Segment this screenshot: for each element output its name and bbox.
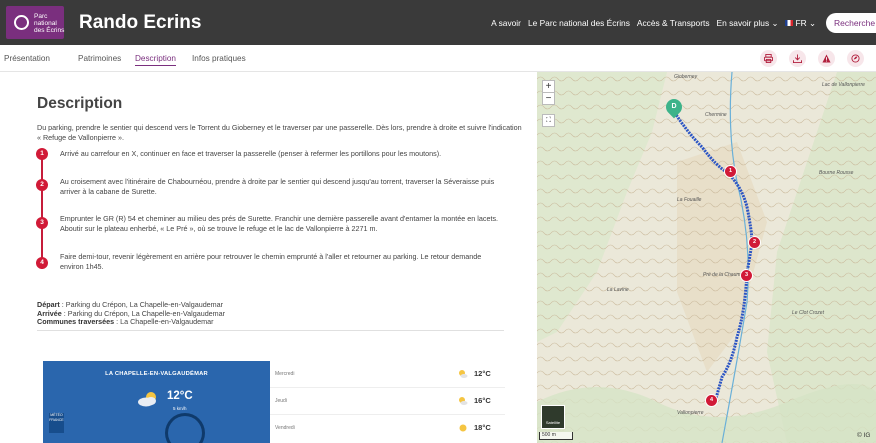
main-nav: A savoir Le Parc national des Écrins Acc… bbox=[491, 0, 816, 45]
alert-button[interactable] bbox=[818, 50, 835, 67]
map-copyright: © IG bbox=[857, 432, 871, 439]
step-text: Emprunter le GR (R) 54 et cheminer au mi… bbox=[60, 214, 499, 233]
forecast-temp: 18°C bbox=[474, 423, 491, 432]
communes-value: : La Chapelle-en-Valgaudemar bbox=[114, 317, 214, 326]
communes-row: Communes traversées : La Chapelle-en-Val… bbox=[37, 317, 497, 327]
cloud-sun-icon bbox=[138, 392, 156, 407]
map-label: Bourne Rousse bbox=[819, 170, 854, 176]
description-section: Description Du parking, prendre le senti… bbox=[0, 72, 536, 443]
meteo-france-logo[interactable]: MÉTÉO FRANCE bbox=[49, 413, 64, 433]
description-title: Description bbox=[37, 95, 123, 112]
nav-item-acces-transports[interactable]: Accès & Transports bbox=[637, 18, 710, 28]
map-label: Lac de Vallonpierre bbox=[822, 82, 865, 88]
leaf-icon bbox=[851, 54, 860, 63]
step-text: Arrivé au carrefour en X, continuer en f… bbox=[60, 149, 442, 158]
weather-current: LA CHAPELLE-EN-VALGAUDÉMAR 12°C 5 km/h M… bbox=[43, 361, 270, 443]
step-number: 2 bbox=[36, 179, 48, 191]
forecast-row: Mercredi 12°C bbox=[270, 361, 505, 388]
forecast-row: Jeudi 16°C bbox=[270, 388, 505, 415]
alert-icon bbox=[822, 54, 831, 63]
step-number: 3 bbox=[36, 217, 48, 229]
zoom-out-button[interactable]: − bbox=[542, 92, 555, 105]
nav-item-parc-national[interactable]: Le Parc national des Écrins bbox=[528, 18, 630, 28]
site-header: Parc national des Écrins Rando Ecrins A … bbox=[0, 0, 876, 45]
site-title[interactable]: Rando Ecrins bbox=[79, 12, 201, 34]
download-button[interactable] bbox=[789, 50, 806, 67]
print-button[interactable] bbox=[760, 50, 777, 67]
satellite-label: Satellite bbox=[545, 420, 561, 425]
trail-map[interactable]: + − ⛶ Gioberney Chermine Lac de Vallonpi… bbox=[537, 72, 876, 443]
start-marker[interactable]: D bbox=[662, 95, 686, 119]
map-label: Chermine bbox=[705, 112, 727, 118]
language-label: FR ⌄ bbox=[795, 17, 816, 28]
map-label: La Lavine bbox=[607, 287, 629, 293]
forecast-day: Jeudi bbox=[275, 398, 287, 404]
step-marker[interactable]: 2 bbox=[748, 236, 761, 249]
weather-widget: LA CHAPELLE-EN-VALGAUDÉMAR 12°C 5 km/h M… bbox=[43, 361, 505, 443]
map-label: Gioberney bbox=[674, 74, 698, 80]
language-selector[interactable]: FR ⌄ bbox=[785, 18, 816, 28]
trip-info: Départ : Parking du Crépon, La Chapelle-… bbox=[37, 300, 497, 327]
nav-item-a-savoir[interactable]: A savoir bbox=[491, 18, 521, 28]
step-marker[interactable]: 3 bbox=[740, 269, 753, 282]
weather-wind: 5 km/h bbox=[173, 406, 187, 411]
section-divider bbox=[37, 330, 504, 331]
step-marker[interactable]: 4 bbox=[705, 394, 718, 407]
communes-label: Communes traversées bbox=[37, 317, 115, 326]
partly-sunny-icon bbox=[459, 370, 468, 378]
forecast-day: Mercredi bbox=[275, 371, 295, 377]
search-label: Recherche bbox=[834, 18, 876, 28]
search-button[interactable]: Recherche ○ bbox=[826, 13, 876, 33]
forecast-row: Vendredi 18°C bbox=[270, 415, 505, 442]
tab-patrimoines[interactable]: Patrimoines bbox=[78, 54, 121, 63]
map-label: La Fouaille bbox=[677, 197, 702, 203]
french-flag-icon bbox=[785, 20, 794, 27]
map-terrain bbox=[537, 72, 876, 443]
tab-description[interactable]: Description bbox=[135, 54, 176, 66]
step-number: 4 bbox=[36, 257, 48, 269]
park-logo[interactable]: Parc national des Écrins bbox=[6, 6, 64, 39]
map-scale: 500 m bbox=[539, 432, 573, 440]
logo-text: Parc national des Écrins bbox=[34, 13, 65, 34]
start-marker-label: D bbox=[671, 103, 677, 110]
tab-infos-pratiques[interactable]: Infos pratiques bbox=[192, 54, 246, 63]
forecast-temp: 12°C bbox=[474, 369, 491, 378]
eco-button[interactable] bbox=[847, 50, 864, 67]
weather-forecast: Mercredi 12°C Jeudi 16°C Vendredi 18°C bbox=[270, 361, 505, 443]
step-text: Faire demi-tour, revenir légèrement en a… bbox=[60, 252, 482, 271]
weather-town: LA CHAPELLE-EN-VALGAUDÉMAR bbox=[105, 371, 208, 377]
step-number: 1 bbox=[36, 148, 48, 160]
steps-timeline bbox=[41, 153, 43, 269]
description-intro: Du parking, prendre le sentier qui desce… bbox=[37, 123, 522, 142]
fullscreen-button[interactable]: ⛶ bbox=[542, 114, 555, 127]
weather-temp: 12°C bbox=[167, 390, 193, 402]
spiral-icon bbox=[14, 15, 29, 30]
step-text: Au croisement avec l'itinéraire de Chabo… bbox=[60, 177, 495, 196]
map-label: Vallonpierre bbox=[677, 410, 704, 416]
nav-item-en-savoir-plus[interactable]: En savoir plus ⌄ bbox=[717, 18, 779, 28]
download-icon bbox=[793, 54, 802, 63]
map-label: Le Clot Crozet bbox=[792, 310, 824, 316]
wind-direction-icon bbox=[165, 413, 205, 443]
tab-presentation[interactable]: Présentation bbox=[4, 54, 50, 63]
step-marker[interactable]: 1 bbox=[724, 165, 737, 178]
forecast-day: Vendredi bbox=[275, 425, 295, 431]
print-icon bbox=[764, 54, 773, 63]
forecast-temp: 16°C bbox=[474, 396, 491, 405]
partly-sunny-icon bbox=[459, 397, 468, 405]
sun-icon bbox=[459, 424, 467, 432]
tab-bar: Présentation Patrimoines Description Inf… bbox=[0, 45, 876, 72]
satellite-toggle[interactable]: Satellite bbox=[541, 405, 565, 429]
